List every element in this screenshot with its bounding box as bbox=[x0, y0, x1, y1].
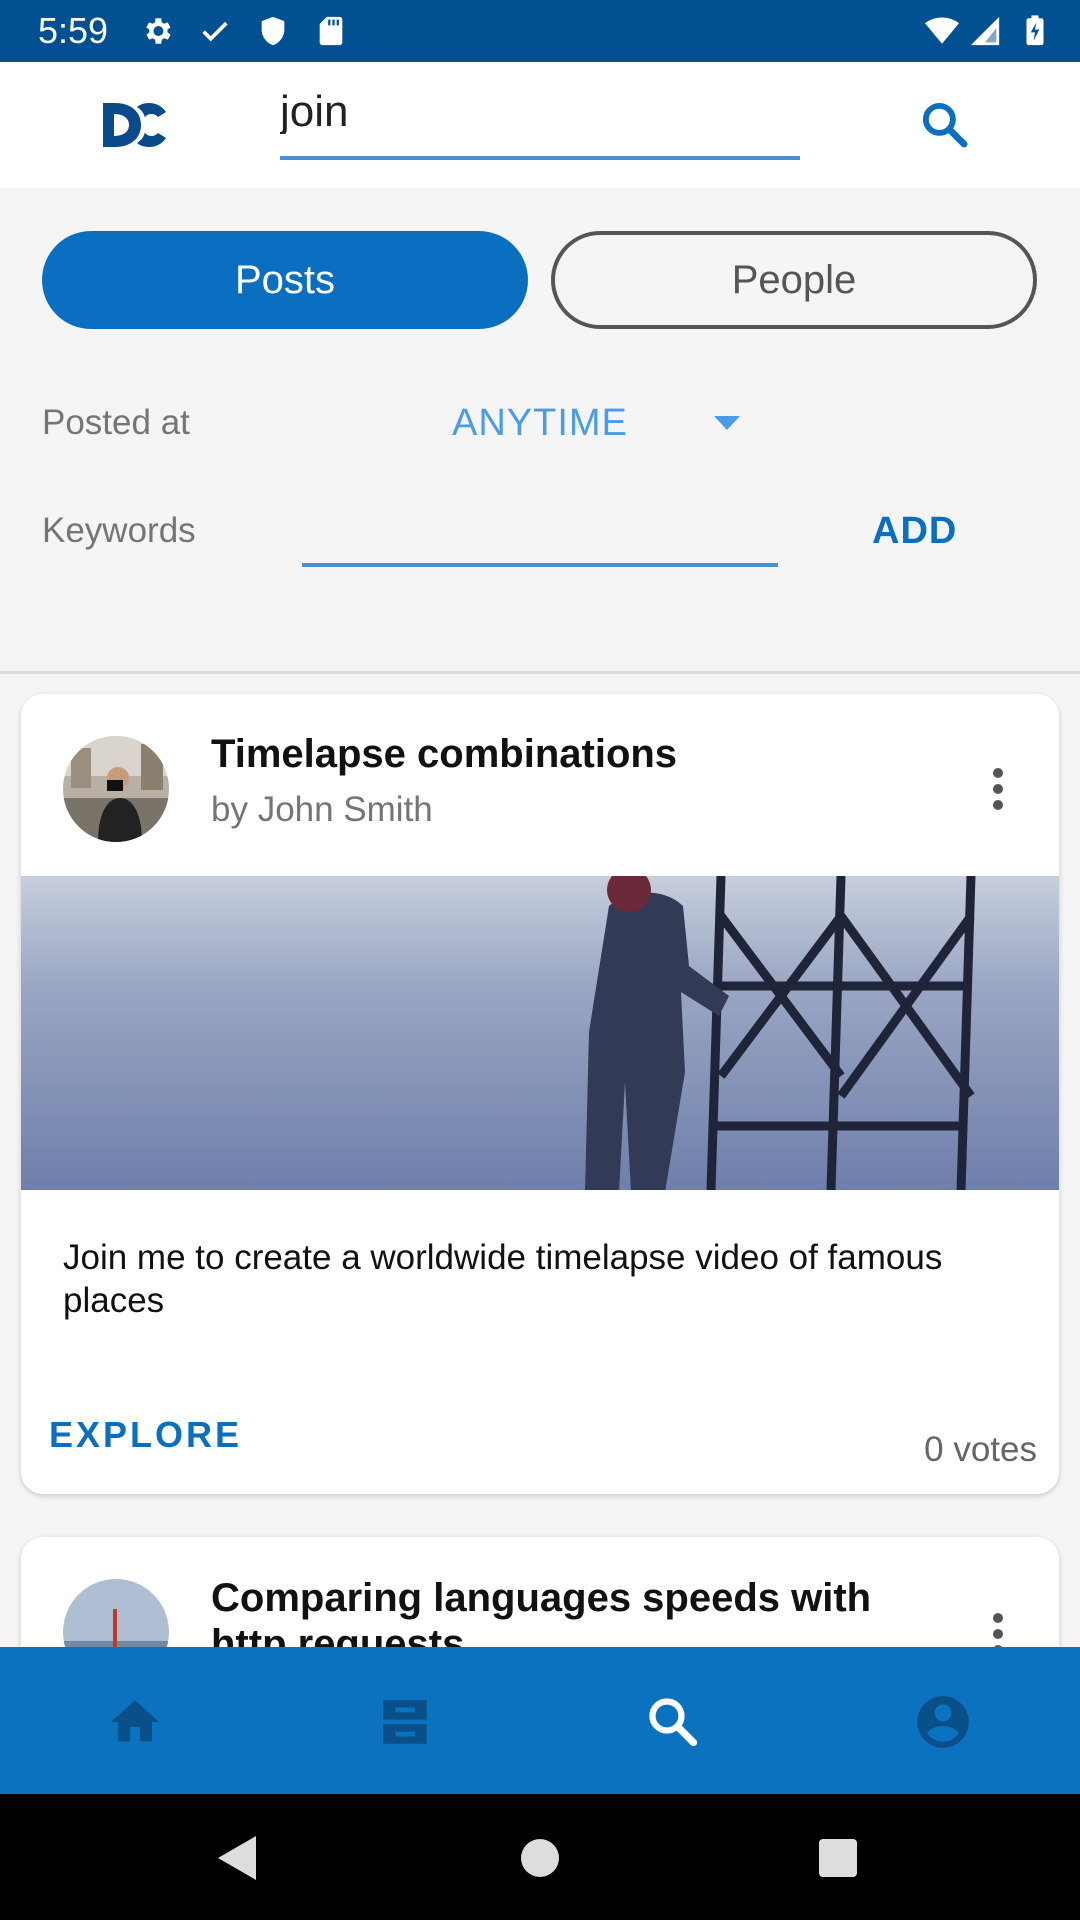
keywords-label: Keywords bbox=[42, 511, 196, 550]
top-app-bar bbox=[0, 62, 1080, 188]
search-input[interactable] bbox=[280, 90, 800, 134]
check-icon bbox=[202, 21, 228, 42]
app-logo bbox=[103, 103, 166, 147]
votes-count: 0 votes bbox=[924, 1430, 1037, 1469]
gear-icon bbox=[146, 18, 171, 44]
keywords-input[interactable] bbox=[302, 508, 778, 552]
home-icon bbox=[110, 1700, 160, 1742]
search-icon bbox=[649, 1698, 698, 1747]
nav-search[interactable] bbox=[628, 1677, 718, 1767]
home-button-icon[interactable] bbox=[520, 1838, 560, 1878]
dropdown-arrow-icon[interactable] bbox=[712, 414, 742, 432]
post-image bbox=[21, 876, 1059, 1190]
search-icon[interactable] bbox=[918, 98, 972, 152]
posted-at-label: Posted at bbox=[42, 403, 190, 442]
post-title: Timelapse combinations bbox=[211, 732, 678, 776]
battery-icon bbox=[1026, 15, 1044, 46]
search-underline bbox=[280, 156, 800, 160]
inbox-icon bbox=[383, 1700, 427, 1744]
keywords-underline bbox=[302, 563, 778, 567]
tab-people[interactable]: People bbox=[551, 231, 1037, 329]
sd-card-icon bbox=[319, 16, 343, 46]
add-keyword-button[interactable]: ADD bbox=[872, 510, 957, 553]
divider bbox=[0, 671, 1080, 674]
post-description: Join me to create a worldwide timelapse … bbox=[63, 1238, 943, 1320]
explore-button[interactable]: EXPLORE bbox=[49, 1414, 242, 1456]
bottom-navigation bbox=[0, 1647, 1080, 1794]
post-author: by John Smith bbox=[211, 790, 433, 829]
nav-home[interactable] bbox=[90, 1677, 180, 1767]
more-options-icon[interactable] bbox=[983, 764, 1013, 812]
recents-icon[interactable] bbox=[818, 1838, 858, 1878]
posted-at-dropdown[interactable]: ANYTIME bbox=[452, 402, 628, 445]
nav-account[interactable] bbox=[898, 1677, 988, 1767]
author-avatar[interactable] bbox=[63, 736, 169, 842]
post-card[interactable]: Timelapse combinations by John Smith Joi… bbox=[21, 694, 1059, 1494]
tab-posts[interactable]: Posts bbox=[42, 231, 528, 329]
account-icon bbox=[917, 1696, 969, 1748]
system-navigation-bar bbox=[0, 1794, 1080, 1920]
nav-inbox[interactable] bbox=[360, 1677, 450, 1767]
shield-icon bbox=[261, 16, 285, 46]
status-bar: 5:59 bbox=[0, 0, 1080, 62]
back-icon[interactable] bbox=[216, 1834, 260, 1882]
tab-posts-label: Posts bbox=[234, 257, 336, 302]
tab-people-label: People bbox=[731, 257, 857, 302]
wifi-icon bbox=[925, 17, 959, 44]
signal-icon bbox=[970, 16, 1000, 46]
status-time: 5:59 bbox=[38, 10, 109, 51]
